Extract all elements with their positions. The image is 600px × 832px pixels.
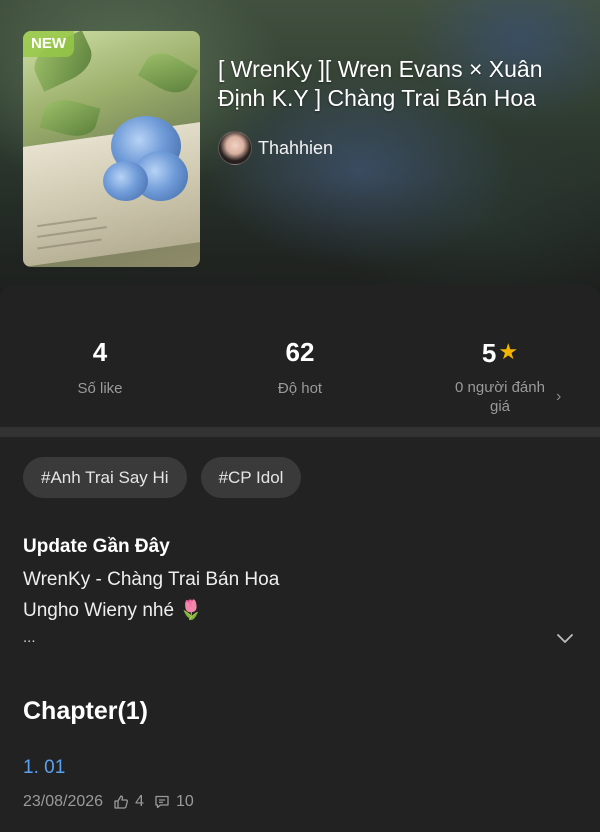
update-text: WrenKy - Chàng Trai Bán Hoa (23, 569, 280, 590)
thumbs-up-icon (114, 795, 129, 809)
stat-likes-value: 4 (92, 337, 108, 367)
section-divider (0, 427, 600, 437)
chapter-likes: 4 (113, 793, 144, 811)
author-avatar[interactable] (218, 131, 252, 165)
author-info[interactable]: Thahhien (218, 131, 333, 165)
stat-hot-value: 62 (285, 337, 315, 367)
chapter-date: 23/08/2026 (23, 793, 104, 810)
star-icon: ★ (498, 339, 519, 364)
update-ellipsis: ... (23, 629, 36, 646)
recent-update: Update Gần Đây WrenKy - Chàng Trai Bán H… (23, 535, 583, 650)
stat-likes-label: Số like (77, 380, 123, 397)
cover-flower (103, 161, 148, 201)
tag-list: #Anh Trai Say Hi #CP Idol (23, 457, 302, 498)
update-heading: Update Gần Đây (23, 536, 170, 557)
stat-likes: 4 Số like (0, 335, 200, 398)
comment-icon (155, 795, 169, 809)
story-detail-panel: 4 Số like 62 Độ hot 5★ 0 người đánh giá … (0, 285, 600, 832)
author-name[interactable]: Thahhien (258, 138, 333, 159)
stat-hot: 62 Độ hot (200, 335, 400, 398)
tag-chip[interactable]: #Anh Trai Say Hi (23, 457, 187, 498)
story-title: [ WrenKy ][ Wren Evans × Xuân Định K.Y ]… (218, 56, 543, 111)
tag-chip[interactable]: #CP Idol (200, 457, 302, 498)
chapter-meta: 23/08/2026 4 10 (23, 793, 194, 811)
stats-row: 4 Số like 62 Độ hot 5★ 0 người đánh giá … (0, 285, 600, 427)
chapter-comments-count: 10 (175, 793, 194, 810)
story-cover[interactable]: NEW (23, 31, 200, 267)
hero-header: NEW [ WrenKy ][ Wren Evans × Xuân Định K… (0, 0, 600, 300)
chapter-link[interactable]: 1. 01 (23, 757, 65, 779)
new-badge: NEW (23, 31, 74, 57)
stat-rating-value: 5★ (481, 338, 519, 368)
cover-leaf (137, 45, 199, 101)
chapter-comments: 10 (154, 793, 194, 811)
cover-leaf (39, 94, 101, 142)
stat-rating-label: 0 người đánh giá (455, 379, 545, 415)
update-text: Ungho Wieny nhé 🌷 (23, 600, 203, 621)
chevron-down-icon[interactable] (556, 629, 574, 647)
chapter-likes-count: 4 (135, 793, 144, 810)
stat-hot-label: Độ hot (277, 380, 323, 397)
stat-rating[interactable]: 5★ 0 người đánh giá (400, 335, 600, 416)
chevron-right-icon[interactable]: › (556, 388, 561, 406)
chapter-heading: Chapter(1) (23, 697, 149, 725)
